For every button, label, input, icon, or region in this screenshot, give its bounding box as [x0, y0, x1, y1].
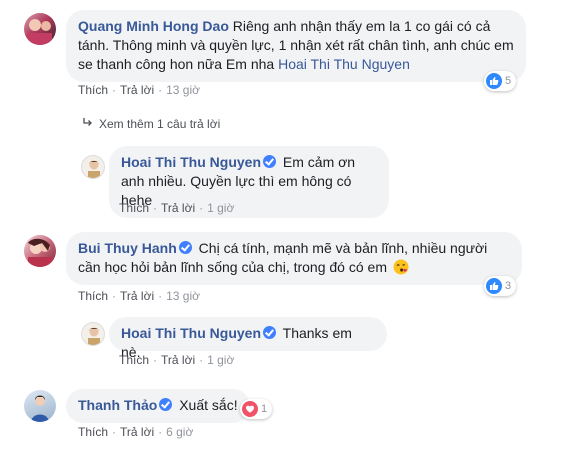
reaction-number: 3: [505, 280, 512, 292]
timestamp[interactable]: 6 giờ: [166, 425, 193, 439]
reply-arrow-icon: [82, 116, 94, 132]
verified-badge-icon: [178, 241, 192, 254]
comment-bubble: Thanh Thảo Xuất sắc!: [66, 389, 250, 423]
like-button[interactable]: Thích: [119, 353, 149, 367]
avatar-image: [28, 19, 52, 45]
like-icon: [486, 73, 502, 89]
comment-actions: Thích · Trả lời · 13 giờ: [78, 289, 200, 303]
verified-badge-icon: [263, 326, 276, 339]
comment-actions: Thích · Trả lời · 1 giờ: [119, 353, 235, 367]
avatar-image: [88, 160, 100, 178]
avatar-image: [31, 395, 49, 422]
avatar-image: [88, 327, 100, 345]
comment-actions: Thích · Trả lời · 13 giờ: [78, 83, 200, 97]
verified-badge-icon: [263, 155, 276, 168]
avatar[interactable]: [24, 235, 56, 267]
avatar[interactable]: [24, 390, 56, 422]
timestamp[interactable]: 13 giờ: [166, 289, 200, 303]
commenter-name[interactable]: Quang Minh Hong Dao: [78, 18, 229, 34]
commenter-name[interactable]: Thanh Thảo: [78, 397, 157, 413]
reply-button[interactable]: Trả lời: [120, 425, 154, 439]
timestamp[interactable]: 1 giờ: [207, 201, 234, 215]
like-button[interactable]: Thích: [119, 201, 149, 215]
avatar[interactable]: [81, 155, 105, 179]
reaction-number: 5: [505, 75, 512, 87]
reaction-count[interactable]: 5: [484, 71, 517, 91]
view-more-replies[interactable]: Xem thêm 1 câu trả lời: [82, 116, 220, 132]
like-icon: [486, 278, 502, 294]
verified-badge-icon: [159, 398, 173, 411]
avatar[interactable]: [81, 322, 105, 346]
reply-button[interactable]: Trả lời: [161, 353, 195, 367]
heart-icon: [242, 401, 258, 417]
like-button[interactable]: Thích: [78, 425, 108, 439]
like-button[interactable]: Thích: [78, 289, 108, 303]
comment-bubble: Quang Minh Hong Dao Riêng anh nhận thấy …: [66, 10, 526, 82]
reply-button[interactable]: Trả lời: [120, 289, 154, 303]
timestamp[interactable]: 1 giờ: [207, 353, 234, 367]
commenter-name[interactable]: Bui Thuy Hanh: [78, 240, 177, 256]
reaction-count[interactable]: 1: [240, 399, 273, 419]
comment-text: Xuất sắc!: [179, 397, 238, 413]
reaction-number: 1: [261, 403, 268, 415]
commenter-name[interactable]: Hoai Thi Thu Nguyen: [121, 154, 261, 170]
comment-bubble: Hoai Thi Thu Nguyen Thanks em nè.: [109, 317, 387, 360]
mention-link[interactable]: Hoai Thi Thu Nguyen: [278, 56, 410, 72]
comment-actions: Thích · Trả lời · 1 giờ: [119, 201, 235, 215]
view-more-label: Xem thêm 1 câu trả lời: [99, 117, 221, 131]
comment-bubble: Bui Thuy Hanh Chị cá tính, mạnh mẽ và bả…: [66, 232, 522, 285]
kiss-emoji-icon: [393, 259, 409, 275]
avatar[interactable]: [24, 13, 56, 45]
comment-actions: Thích · Trả lời · 6 giờ: [78, 425, 194, 439]
reply-button[interactable]: Trả lời: [161, 201, 195, 215]
reply-button[interactable]: Trả lời: [120, 83, 154, 97]
reaction-count[interactable]: 3: [484, 276, 517, 296]
commenter-name[interactable]: Hoai Thi Thu Nguyen: [121, 325, 261, 341]
timestamp[interactable]: 13 giờ: [166, 83, 200, 97]
like-button[interactable]: Thích: [78, 83, 108, 97]
avatar-image: [28, 238, 54, 267]
